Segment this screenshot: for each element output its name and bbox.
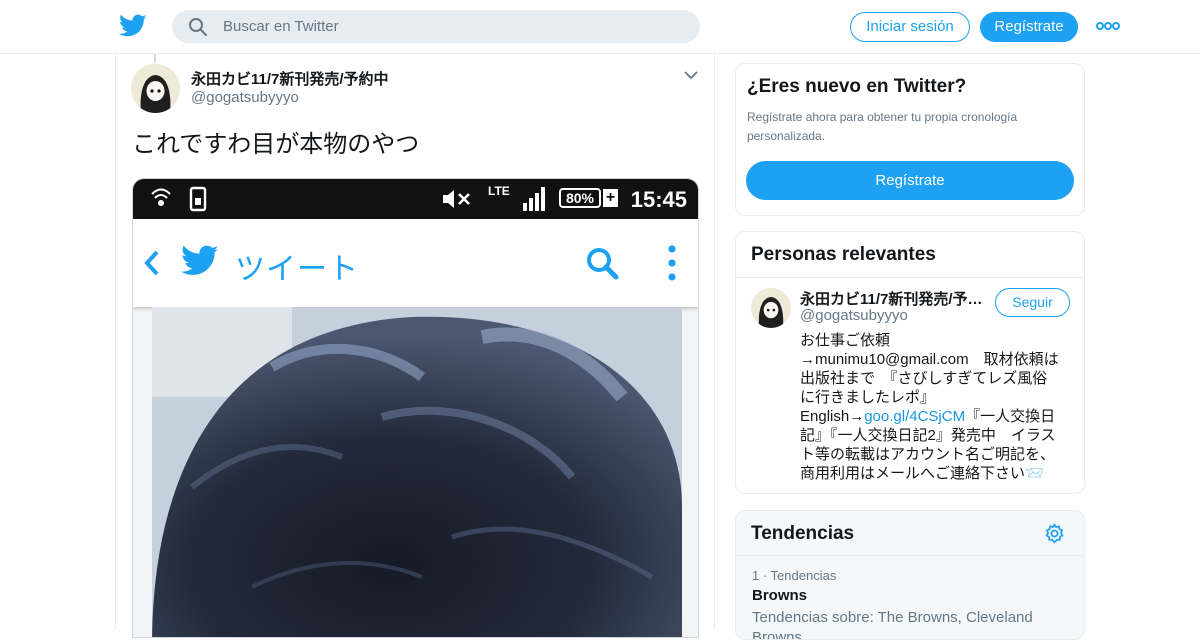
signup-button[interactable]: Regístrate [980,12,1078,42]
bio-line: →munimu10@gmail.com 取材依頼は [800,351,1059,368]
tweet-text: これですわ目が本物のやつ [132,131,420,158]
back-arrow-icon [144,250,159,276]
relevant-people-card: Personas relevantes 永田カビ11/7新刊発売/予… @gog… [735,231,1085,494]
trend-meta: 1 · Tendencias [752,568,837,583]
bio-line: 記』『一人交換日記2』発売中 イラス [800,427,1056,444]
app-header-bar: ツイート [133,219,698,307]
bio-line: English→goo.gl/4CSjCM『一人交換日 [800,407,1075,426]
gear-icon[interactable] [1044,523,1065,544]
relevant-people-header: Personas relevantes [736,232,1084,278]
tweet-author-handle[interactable]: @gogatsubyyyo [191,89,299,106]
avatar-illustration [751,288,791,328]
trends-card: Tendencias 1 · Tendencias Browns Tendenc… [735,510,1085,640]
tweet-column: 永田カビ11/7新刊発売/予約中 @gogatsubyyyo これですわ目が本物… [115,54,715,638]
bio-line: 商用利用はメールへご連絡下さい📨 [800,465,1044,482]
follow-button[interactable]: Seguir [995,288,1070,317]
tweet-author-name[interactable]: 永田カビ11/7新刊発売/予約中 [191,68,389,89]
wifi-calling-icon [151,188,171,206]
trends-title: Tendencias [751,523,855,544]
phone-status-bar: LTE 80% + 15:45 [133,179,698,219]
trend-description: Tendencias sobre: The Browns, Cleveland … [752,609,1033,640]
avatar[interactable] [131,64,180,113]
bio-link[interactable]: goo.gl/4CSjCM [864,408,965,425]
hair-photo-illustration [152,307,682,637]
status-time: 15:45 [630,187,687,212]
bio-english-suffix: 『一人交換日 [965,408,1056,425]
avatar-illustration [131,64,180,113]
kebab-menu-icon [668,245,676,281]
login-button[interactable]: Iniciar sesión [850,12,970,42]
signal-icon [523,187,545,211]
promo-subtitle: Regístrate ahora para obtener tu propia … [747,110,1018,143]
more-dots-icon[interactable] [1096,20,1120,32]
bio-english-prefix: English→ [800,408,865,425]
lte-indicator: LTE [488,184,510,198]
promo-signup-button[interactable]: Regístrate [746,161,1074,200]
bio-line: ト等の転載はアカウント名ご明記を、 [800,446,1056,463]
search-icon [189,18,207,36]
relevant-people-title: Personas relevantes [751,244,936,265]
mute-icon [443,190,470,208]
search-icon [587,248,619,280]
avatar[interactable] [751,288,791,328]
chevron-down-icon[interactable] [684,70,698,80]
bio-line: 出版社まで 『さびしすぎてレズ風俗 [800,370,1048,387]
trend-name[interactable]: Browns [752,587,807,604]
tweet-media-image[interactable]: LTE 80% + 15:45 ツイート [132,178,699,638]
signup-promo-card: ¿Eres nuevo en Twitter? Regístrate ahora… [735,63,1085,216]
bio-line: お仕事ご依頼 [800,332,891,349]
battery-indicator: 80% [559,188,601,208]
person-handle[interactable]: @gogatsubyyyo [800,307,908,324]
app-header-title: ツイート [235,253,359,286]
person-bio: お仕事ご依頼 →munimu10@gmail.com 取材依頼は 出版社まで 『… [800,331,1075,483]
promo-title: ¿Eres nuevo en Twitter? [747,76,967,97]
twitter-bird-icon [181,245,219,275]
phone-screen-icon [189,186,207,212]
charging-plus: + [603,189,618,207]
search-box[interactable]: Buscar en Twitter [172,10,700,43]
bio-line: に行きましたレポ』 [800,389,936,406]
top-navigation-bar: Buscar en Twitter Iniciar sesión Regístr… [0,0,1200,54]
photo-closeup [152,307,682,637]
search-input[interactable]: Buscar en Twitter [223,18,339,35]
twitter-bird-icon[interactable] [119,13,147,39]
person-name[interactable]: 永田カビ11/7新刊発売/予… [800,288,986,309]
thread-connector [154,54,156,62]
trends-header: Tendencias [736,511,1084,556]
